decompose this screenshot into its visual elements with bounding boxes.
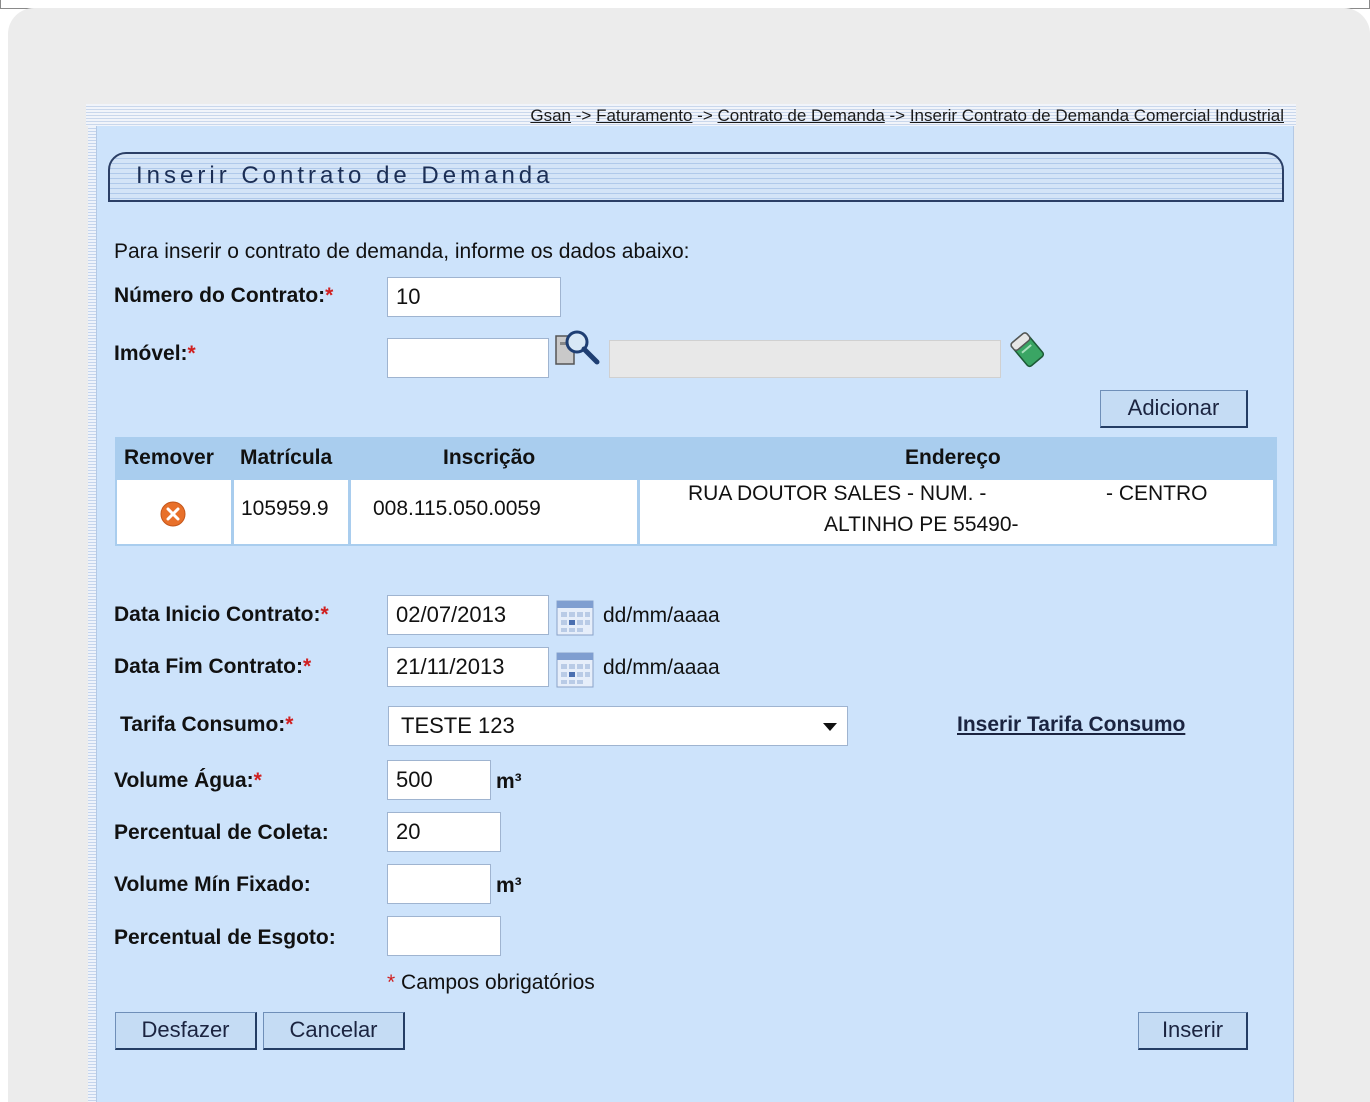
table-header-matricula: Matrícula xyxy=(240,446,333,469)
breadcrumb-separator: -> xyxy=(692,106,718,125)
calendar-icon[interactable] xyxy=(556,600,594,636)
table-header-endereco: Endereço xyxy=(905,446,1001,469)
required-mark: * xyxy=(303,655,312,678)
tarifa-consumo-label: Tarifa Consumo:* xyxy=(120,713,293,737)
breadcrumb-separator: -> xyxy=(884,106,910,125)
endereco-line1: RUA DOUTOR SALES - NUM. - xyxy=(688,482,987,505)
table-header-inscricao: Inscrição xyxy=(443,446,536,469)
required-fields-note: * Campos obrigatórios xyxy=(387,971,595,995)
breadcrumb-item-faturamento[interactable]: Faturamento xyxy=(596,106,692,125)
required-mark: * xyxy=(320,603,329,626)
imovel-input[interactable] xyxy=(387,338,549,378)
volume-min-fixado-input[interactable] xyxy=(387,864,491,904)
intro-text: Para inserir o contrato de demanda, info… xyxy=(114,240,690,263)
breadcrumb: Gsan -> Faturamento -> Contrato de Deman… xyxy=(86,104,1296,126)
imovel-label-text: Imóvel: xyxy=(114,342,188,365)
required-mark: * xyxy=(285,713,294,736)
data-inicio-label: Data Inicio Contrato:* xyxy=(114,603,329,627)
volume-min-unit: m³ xyxy=(496,874,522,897)
required-mark: * xyxy=(253,769,262,792)
breadcrumb-separator: -> xyxy=(571,106,597,125)
required-mark: * xyxy=(187,342,196,365)
required-mark: * xyxy=(387,971,396,994)
numero-contrato-label-text: Número do Contrato: xyxy=(114,284,326,307)
eraser-icon[interactable] xyxy=(1009,330,1047,368)
data-inicio-input[interactable]: 02/07/2013 xyxy=(387,595,549,635)
required-mark: * xyxy=(325,284,334,307)
volume-min-fixado-label: Volume Mín Fixado: xyxy=(114,873,311,896)
percentual-coleta-input[interactable]: 20 xyxy=(387,812,501,852)
volume-agua-label-text: Volume Água: xyxy=(114,769,254,792)
page-title: Inserir Contrato de Demanda xyxy=(136,162,554,189)
table-cell-remover xyxy=(117,480,231,544)
form-panel: Inserir Contrato de Demanda Para inserir… xyxy=(88,126,1294,1102)
data-fim-label: Data Fim Contrato:* xyxy=(114,655,311,679)
chevron-down-icon xyxy=(823,723,837,731)
imoveis-table: Remover Matrícula Inscrição Endereço 105… xyxy=(115,437,1277,546)
percentual-esgoto-label: Percentual de Esgoto: xyxy=(114,926,336,949)
data-inicio-label-text: Data Inicio Contrato: xyxy=(114,603,321,626)
inserir-tarifa-consumo-link[interactable]: Inserir Tarifa Consumo xyxy=(957,713,1185,737)
tarifa-consumo-label-text: Tarifa Consumo: xyxy=(120,713,286,736)
table-cell-matricula: 105959.9 xyxy=(234,480,348,544)
page-title-bar: Inserir Contrato de Demanda xyxy=(108,152,1284,202)
calendar-icon[interactable] xyxy=(556,652,594,688)
data-fim-label-text: Data Fim Contrato: xyxy=(114,655,303,678)
search-icon[interactable] xyxy=(553,328,605,370)
data-fim-input[interactable]: 21/11/2013 xyxy=(387,647,549,687)
cancelar-button[interactable]: Cancelar xyxy=(263,1012,405,1050)
remove-icon[interactable] xyxy=(159,500,187,528)
table-cell-endereco: RUA DOUTOR SALES - NUM. - - CENTRO ALTIN… xyxy=(640,480,1273,544)
required-note-text: Campos obrigatórios xyxy=(401,971,595,994)
breadcrumb-item-gsan[interactable]: Gsan xyxy=(530,106,571,125)
imovel-description-field xyxy=(609,340,1001,378)
data-inicio-format-hint: dd/mm/aaaa xyxy=(603,604,720,627)
percentual-coleta-label: Percentual de Coleta: xyxy=(114,821,329,844)
inserir-button[interactable]: Inserir xyxy=(1138,1012,1248,1050)
volume-agua-label: Volume Água:* xyxy=(114,769,262,793)
table-header-remover: Remover xyxy=(124,446,214,469)
imovel-label: Imóvel:* xyxy=(114,342,196,366)
data-fim-format-hint: dd/mm/aaaa xyxy=(603,656,720,679)
breadcrumb-item-inserir-contrato: Inserir Contrato de Demanda Comercial In… xyxy=(909,106,1284,125)
tarifa-consumo-selected: TESTE 123 xyxy=(401,713,515,738)
adicionar-button[interactable]: Adicionar xyxy=(1100,390,1248,428)
tarifa-consumo-select[interactable]: TESTE 123 xyxy=(388,706,848,746)
endereco-line2: ALTINHO PE 55490- xyxy=(824,513,1019,536)
percentual-esgoto-input[interactable] xyxy=(387,916,501,956)
numero-contrato-input[interactable]: 10 xyxy=(387,277,561,317)
endereco-bairro: - CENTRO xyxy=(1106,482,1208,505)
volume-agua-unit: m³ xyxy=(496,770,522,793)
table-cell-inscricao: 008.115.050.0059 xyxy=(351,480,637,544)
desfazer-button[interactable]: Desfazer xyxy=(115,1012,257,1050)
volume-agua-input[interactable]: 500 xyxy=(387,760,491,800)
numero-contrato-label: Número do Contrato:* xyxy=(114,284,333,308)
breadcrumb-item-contrato-demanda[interactable]: Contrato de Demanda xyxy=(718,106,885,125)
